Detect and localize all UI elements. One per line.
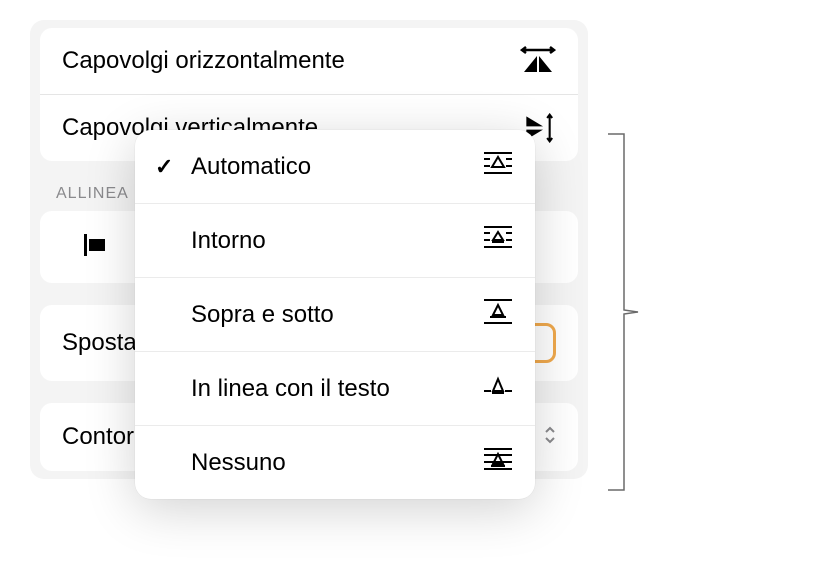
flip-horizontal-row[interactable]: Capovolgi orizzontalmente: [40, 28, 578, 94]
callout-bracket: [606, 132, 640, 492]
wrap-option-nessuno[interactable]: Nessuno: [135, 425, 535, 499]
popup-chevron-icon: [544, 424, 556, 451]
check-icon: ✓: [155, 154, 183, 180]
wrap-option-label: Intorno: [183, 227, 481, 255]
flip-horizontal-label: Capovolgi orizzontalmente: [62, 47, 345, 75]
wrap-option-label: Sopra e sotto: [183, 301, 481, 329]
wrap-option-inline[interactable]: In linea con il testo: [135, 351, 535, 425]
wrap-option-automatico[interactable]: ✓ Automatico: [135, 130, 535, 203]
wrap-auto-icon: [481, 148, 515, 185]
wrap-option-label: Automatico: [183, 153, 481, 181]
wrap-popup-menu: ✓ Automatico Intorno: [135, 130, 535, 499]
flip-horizontal-icon: [520, 46, 556, 76]
wrap-option-intorno[interactable]: Intorno: [135, 203, 535, 277]
align-left-icon: [82, 232, 112, 263]
align-left-button[interactable]: [54, 223, 139, 271]
wrap-option-label: Nessuno: [183, 449, 481, 477]
wrap-option-label: In linea con il testo: [183, 375, 481, 403]
wrap-above-below-icon: [481, 296, 515, 333]
wrap-inline-icon: [481, 370, 515, 407]
wrap-option-sopra-sotto[interactable]: Sopra e sotto: [135, 277, 535, 351]
wrap-none-icon: [481, 444, 515, 481]
wrap-around-icon: [481, 222, 515, 259]
sposta-label: Sposta: [62, 329, 137, 357]
